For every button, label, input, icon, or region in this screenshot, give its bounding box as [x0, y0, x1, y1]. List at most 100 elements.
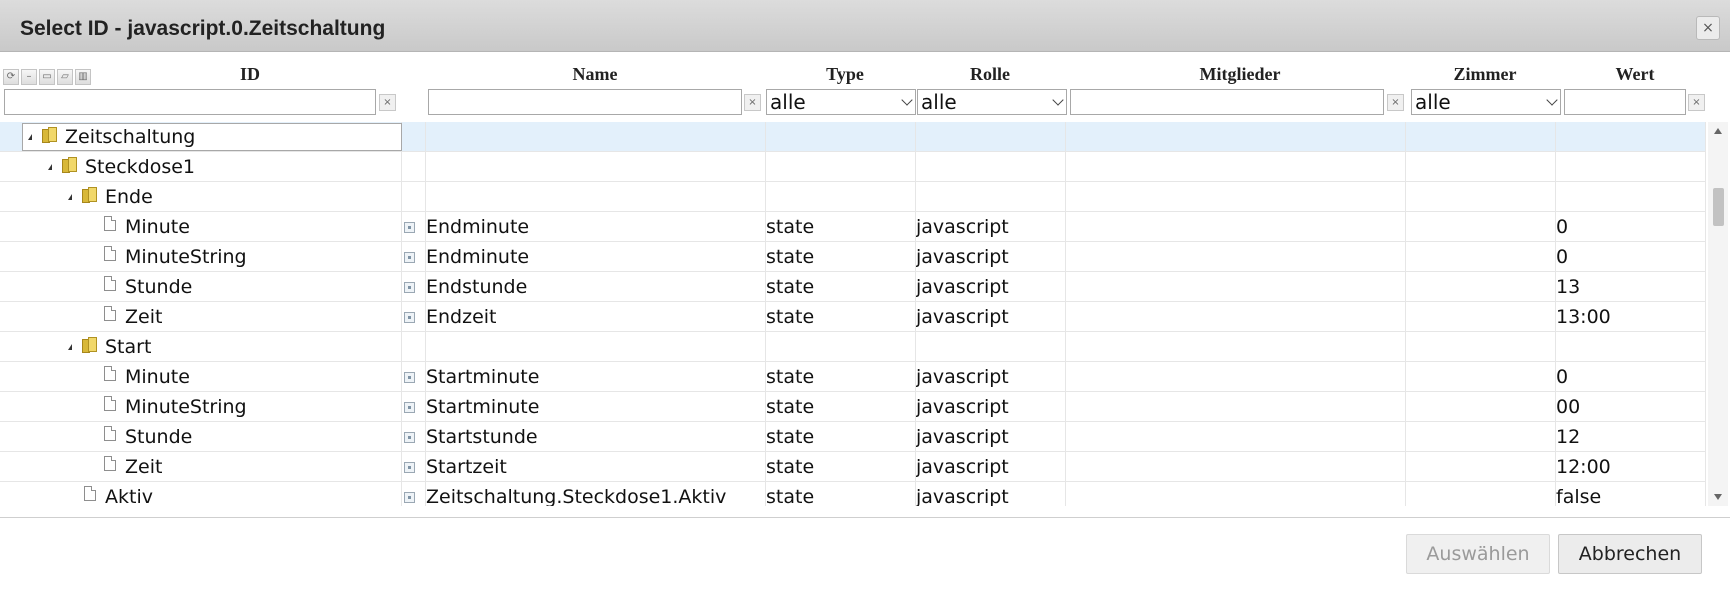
type-cell: [766, 122, 916, 151]
room-cell: [1406, 332, 1556, 361]
value-filter-input[interactable]: [1564, 89, 1686, 115]
expanded-toggle-icon[interactable]: [28, 134, 32, 140]
name-cell: [426, 122, 766, 151]
clear-members-filter-icon[interactable]: ×: [1387, 94, 1404, 111]
edit-icon[interactable]: [404, 372, 415, 383]
chevron-down-icon: [1546, 94, 1558, 106]
table-row[interactable]: Steckdose1: [0, 152, 1706, 182]
column-header-value[interactable]: Wert: [1605, 64, 1665, 85]
role-cell: javascript: [916, 212, 1066, 241]
value-cell: 12: [1556, 422, 1706, 451]
id-label: Minute: [125, 216, 190, 238]
folder-closed-icon[interactable]: ▭: [39, 69, 55, 85]
type-cell: [766, 332, 916, 361]
members-cell: [1066, 452, 1406, 481]
collapse-icon[interactable]: –: [21, 69, 37, 85]
members-cell: [1066, 482, 1406, 506]
table-row[interactable]: Start: [0, 332, 1706, 362]
role-filter-value: alle: [921, 90, 957, 114]
name-cell: [426, 152, 766, 181]
clear-name-filter-icon[interactable]: ×: [744, 94, 761, 111]
expanded-toggle-icon[interactable]: [68, 194, 72, 200]
edit-icon[interactable]: [404, 282, 415, 293]
id-cell: [0, 452, 402, 481]
columns-icon[interactable]: ▥: [75, 69, 91, 85]
value-cell: [1556, 182, 1706, 211]
id-label: Stunde: [125, 276, 193, 298]
value-cell: 0: [1556, 242, 1706, 271]
column-header-type[interactable]: Type: [800, 64, 890, 85]
scrollbar-thumb[interactable]: [1713, 188, 1724, 226]
value-cell: 00: [1556, 392, 1706, 421]
name-cell: Endminute: [426, 212, 766, 241]
edit-icon[interactable]: [404, 492, 415, 503]
state-file-icon: [104, 246, 116, 261]
table-row[interactable]: Ende: [0, 182, 1706, 212]
clear-value-filter-icon[interactable]: ×: [1688, 94, 1705, 111]
value-cell: false: [1556, 482, 1706, 506]
type-cell: state: [766, 482, 916, 506]
members-cell: [1066, 272, 1406, 301]
members-cell: [1066, 302, 1406, 331]
refresh-icon[interactable]: ⟳: [3, 69, 19, 85]
table-row[interactable]: Endstunde state javascript 13 Stunde: [0, 272, 1706, 302]
column-header-members[interactable]: Mitglieder: [1165, 64, 1315, 85]
name-cell: Startzeit: [426, 452, 766, 481]
column-header-room[interactable]: Zimmer: [1435, 64, 1535, 85]
table-row[interactable]: Startstunde state javascript 12 Stunde: [0, 422, 1706, 452]
edit-icon[interactable]: [404, 222, 415, 233]
edit-icon[interactable]: [404, 312, 415, 323]
edit-icon[interactable]: [404, 462, 415, 473]
folder-open-icon[interactable]: ▱: [57, 69, 73, 85]
select-button[interactable]: Auswählen: [1406, 534, 1550, 574]
column-header-id[interactable]: ID: [230, 64, 270, 85]
cancel-button[interactable]: Abbrechen: [1558, 534, 1702, 574]
expanded-toggle-icon[interactable]: [68, 344, 72, 350]
table-row[interactable]: Endminute state javascript 0 MinuteStrin…: [0, 242, 1706, 272]
edit-icon[interactable]: [404, 252, 415, 263]
id-label: Steckdose1: [85, 156, 196, 178]
folder-icon: [82, 187, 97, 203]
scroll-up-arrow-icon[interactable]: [1714, 128, 1722, 134]
members-cell: [1066, 392, 1406, 421]
column-header-role[interactable]: Rolle: [950, 64, 1030, 85]
room-cell: [1406, 182, 1556, 211]
role-cell: javascript: [916, 272, 1066, 301]
table-row[interactable]: Zeitschaltung.Steckdose1.Aktiv state jav…: [0, 482, 1706, 506]
role-filter-select[interactable]: alle: [917, 89, 1067, 115]
edit-icon[interactable]: [404, 432, 415, 443]
id-label: Start: [105, 336, 152, 358]
state-file-icon: [104, 306, 116, 321]
vertical-scrollbar[interactable]: [1708, 122, 1728, 506]
type-cell: state: [766, 302, 916, 331]
members-filter-input[interactable]: [1070, 89, 1384, 115]
table-row[interactable]: Zeitschaltung: [0, 122, 1706, 152]
table-row[interactable]: Startminute state javascript 0 Minute: [0, 362, 1706, 392]
edit-icon[interactable]: [404, 402, 415, 413]
room-cell: [1406, 242, 1556, 271]
room-filter-select[interactable]: alle: [1411, 89, 1561, 115]
expanded-toggle-icon[interactable]: [48, 164, 52, 170]
id-label: Stunde: [125, 426, 193, 448]
id-filter-input[interactable]: [4, 89, 376, 115]
value-cell: [1556, 332, 1706, 361]
name-filter-input[interactable]: [428, 89, 742, 115]
room-cell: [1406, 392, 1556, 421]
table-row[interactable]: Startzeit state javascript 12:00 Zeit: [0, 452, 1706, 482]
dialog-titlebar[interactable]: Select ID - javascript.0.Zeitschaltung ×: [0, 0, 1730, 52]
scroll-down-arrow-icon[interactable]: [1714, 494, 1722, 500]
objects-table: Zeitschaltung Steckdose1 Ende Endminute …: [0, 122, 1706, 506]
id-cell: [0, 422, 402, 451]
type-filter-select[interactable]: alle: [766, 89, 916, 115]
type-cell: [766, 152, 916, 181]
members-cell: [1066, 152, 1406, 181]
members-cell: [1066, 332, 1406, 361]
table-row[interactable]: Startminute state javascript 00 MinuteSt…: [0, 392, 1706, 422]
id-label: Zeitschaltung: [65, 126, 196, 148]
table-row[interactable]: Endminute state javascript 0 Minute: [0, 212, 1706, 242]
close-icon[interactable]: ×: [1696, 16, 1720, 40]
clear-id-filter-icon[interactable]: ×: [379, 94, 396, 111]
id-cell: [0, 272, 402, 301]
column-header-name[interactable]: Name: [540, 64, 650, 85]
table-row[interactable]: Endzeit state javascript 13:00 Zeit: [0, 302, 1706, 332]
